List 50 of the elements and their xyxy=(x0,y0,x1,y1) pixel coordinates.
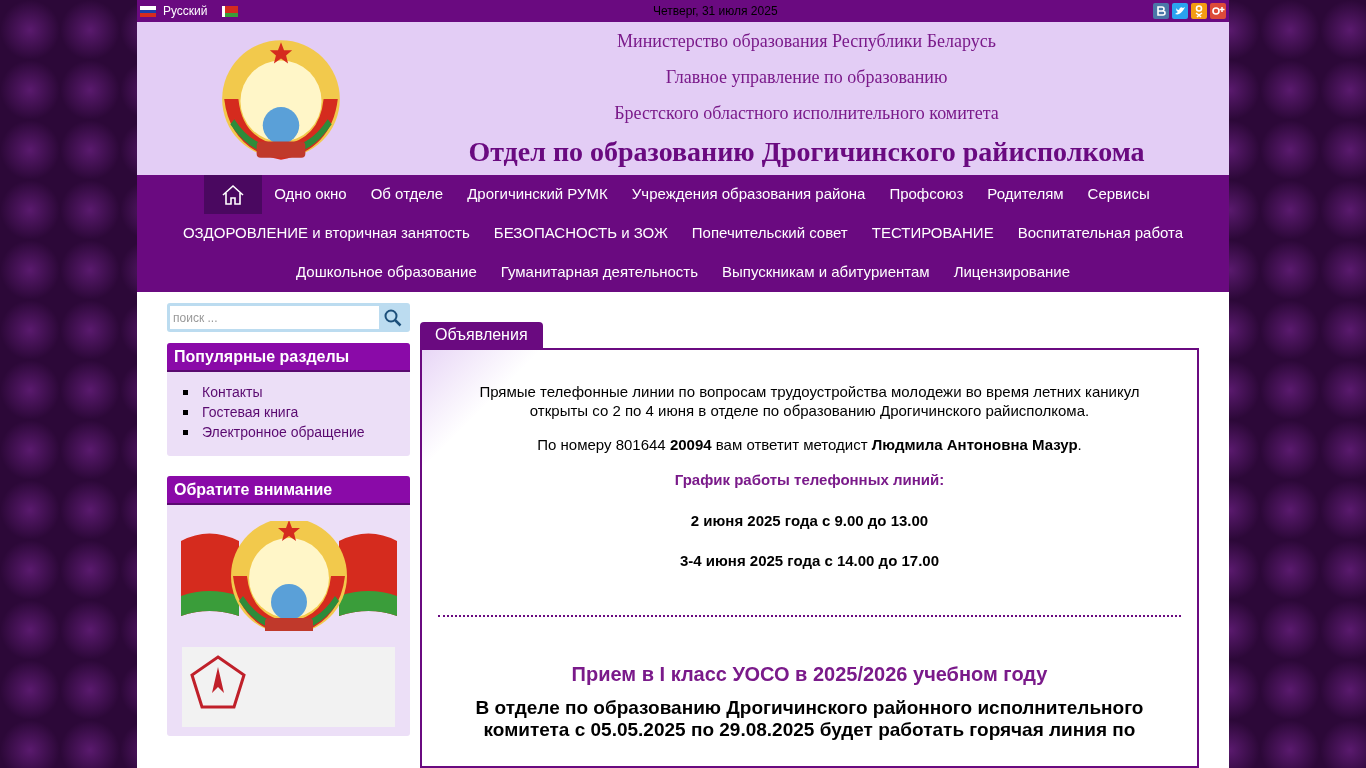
search-icon xyxy=(384,308,402,327)
panel-title: Обратите внимание xyxy=(167,476,410,505)
nav-link[interactable]: Попечительский совет xyxy=(679,214,860,253)
lead-text: В отделе по образованию Дрогичинского районного исполнительного комитета с 05.05.2025 по 29.08.2025 будет работать горячая линия по xyxy=(474,696,1145,741)
nav-link[interactable]: БЕЗОПАСНОСТЬ и ЗОЖ xyxy=(481,214,680,253)
person-icon[interactable] xyxy=(1191,3,1207,20)
nav-link[interactable]: Профсоюз xyxy=(877,175,976,214)
announcement-text: Прямые телефонные линии по вопросам трудоустройства молодежи во время летних каникул открыты со 2 по 4 июня в отделе по образованию Дрогичинского райисполкома. xyxy=(478,382,1141,420)
nav-link[interactable]: Родителям xyxy=(975,175,1076,214)
nav-link[interactable]: Лицензирование xyxy=(941,253,1082,292)
section-tab[interactable]: Объявления xyxy=(420,322,543,348)
nav-link[interactable]: Выпускникам и абитуриентам xyxy=(710,253,942,292)
nav-link[interactable]: Дрогичинский РУМК xyxy=(455,175,620,214)
date-text: Четверг, 31 июля 2025 xyxy=(652,3,778,21)
sidebar-link[interactable]: Контакты xyxy=(202,381,263,403)
announcement-text: По номеру 801644 20094 вам ответит методист Людмила Антоновна Мазур. xyxy=(536,435,1083,454)
section-heading: Прием в I класс УОСО в 2025/2026 учебном году xyxy=(571,661,1048,687)
nav-link[interactable]: Воспитательная работа xyxy=(1005,214,1196,253)
nav-link[interactable]: Одно окно xyxy=(262,175,359,214)
site-title: Отдел по образованию Дрогичинского райисполкома xyxy=(468,134,1145,169)
panel-title: Популярные разделы xyxy=(167,343,410,372)
language-link[interactable]: Русский xyxy=(163,2,208,21)
schedule-text: 3-4 июня 2025 года с 14.00 до 17.00 xyxy=(679,551,939,571)
header-line: Министерство образования Республики Беларусь xyxy=(617,29,996,53)
nav-link[interactable]: ТЕСТИРОВАНИЕ xyxy=(859,214,1006,253)
plus-icon[interactable] xyxy=(1210,3,1226,20)
bullet-icon xyxy=(183,429,188,435)
search-input[interactable]: поиск ... xyxy=(170,306,379,329)
share-icon[interactable] xyxy=(1153,3,1169,20)
bullet-icon xyxy=(183,409,188,415)
nav-link[interactable]: Сервисы xyxy=(1075,175,1162,214)
bullet-icon xyxy=(183,389,188,395)
banner-image[interactable] xyxy=(182,647,395,727)
home-icon xyxy=(221,183,246,206)
nav-link[interactable]: Гуманитарная деятельность xyxy=(488,253,710,292)
bird-icon[interactable] xyxy=(1172,3,1188,20)
nav-link[interactable]: ОЗДОРОВЛЕНИЕ и вторичная занятость xyxy=(170,214,482,253)
schedule-heading: График работы телефонных линий: xyxy=(674,470,945,490)
sidebar-link[interactable]: Гостевая книга xyxy=(202,401,299,423)
search-field[interactable]: поиск ... xyxy=(167,303,410,332)
sidebar-link[interactable]: Электронное обращение xyxy=(202,421,365,443)
flag-icon xyxy=(140,5,156,17)
nav-link[interactable]: Об отделе xyxy=(358,175,456,214)
header-line: Брестского областного исполнительного комитета xyxy=(614,101,999,125)
nav-link[interactable]: Учреждения образования района xyxy=(619,175,878,214)
nav-link[interactable]: Дошкольное образование xyxy=(284,253,489,292)
header-line: Главное управление по образованию xyxy=(665,65,948,89)
schedule-text: 2 июня 2025 года с 9.00 до 13.00 xyxy=(690,510,929,531)
flag-icon[interactable] xyxy=(221,5,238,17)
home-link[interactable] xyxy=(204,175,263,214)
